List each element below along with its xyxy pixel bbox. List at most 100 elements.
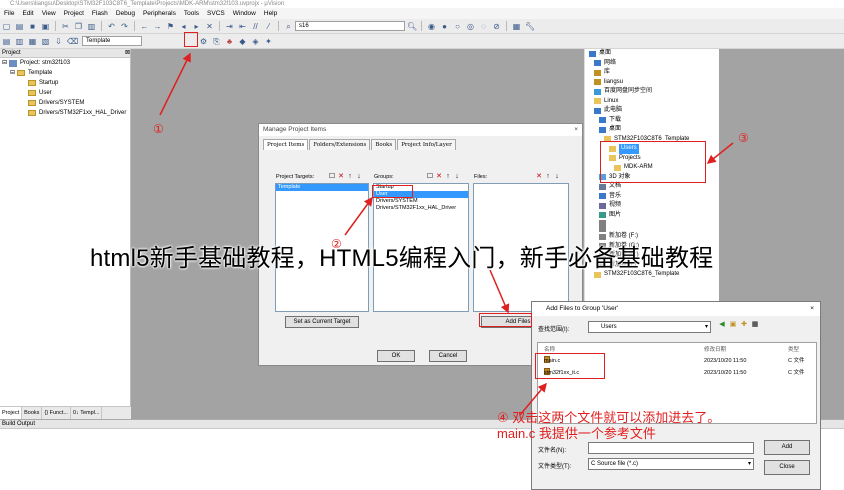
tab-books[interactable]: Books: [22, 407, 43, 419]
close-icon[interactable]: ×: [574, 124, 582, 136]
erase-icon[interactable]: ⌫: [67, 37, 78, 46]
breakpoint-disable-icon[interactable]: ◌: [479, 22, 488, 31]
folder-tree-item[interactable]: 桌面: [585, 125, 719, 135]
manage-project-items-icon[interactable]: ♣: [225, 37, 234, 46]
column-type[interactable]: 类型: [788, 345, 799, 353]
select-packs-icon[interactable]: ◆: [238, 37, 247, 46]
tab-project-items[interactable]: Project Items: [263, 139, 309, 150]
target-select[interactable]: Template: [82, 36, 142, 46]
folder-tree-item[interactable]: 视频: [585, 201, 719, 211]
new-folder-icon[interactable]: ✚: [740, 321, 748, 329]
menu-edit[interactable]: Edit: [18, 8, 37, 19]
project-target[interactable]: ⊟ Template: [0, 68, 130, 78]
view-menu-icon[interactable]: ▦: [751, 321, 759, 329]
indent-icon[interactable]: ⇥: [225, 22, 234, 31]
filename-input[interactable]: [588, 442, 754, 454]
column-date[interactable]: 修改日期: [704, 345, 726, 353]
tab-functions[interactable]: {} Funct...: [42, 407, 71, 419]
stop-icon[interactable]: ○: [453, 22, 462, 31]
folder-tree-item[interactable]: Linux: [585, 97, 719, 107]
collapse-icon[interactable]: ⊟: [10, 68, 15, 78]
close-icon[interactable]: ⊠: [125, 49, 130, 57]
look-in-select[interactable]: Users ▾: [588, 321, 711, 333]
move-up-icon[interactable]: ↑: [346, 173, 354, 181]
undo-icon[interactable]: ↶: [107, 22, 116, 31]
folder-tree-item[interactable]: 文档: [585, 182, 719, 192]
close-button[interactable]: Close: [764, 460, 810, 475]
move-up-icon[interactable]: ↑: [444, 173, 452, 181]
menu-flash[interactable]: Flash: [88, 8, 112, 19]
save-icon[interactable]: ■: [28, 22, 37, 31]
move-down-icon[interactable]: ↓: [453, 173, 461, 181]
back-icon[interactable]: ◀: [718, 321, 726, 329]
menu-view[interactable]: View: [38, 8, 60, 19]
move-down-icon[interactable]: ↓: [355, 173, 363, 181]
column-name[interactable]: 名称: [544, 345, 555, 353]
bookmark-next-icon[interactable]: ▸: [192, 22, 201, 31]
debug-start-icon[interactable]: ◉: [427, 22, 436, 31]
delete-icon[interactable]: ✕: [435, 173, 443, 181]
folder-tree-item[interactable]: 下载: [585, 116, 719, 126]
folder-tree-item[interactable]: 库: [585, 68, 719, 78]
tree-group-hal[interactable]: Drivers/STM32F1xx_HAL_Driver: [0, 108, 130, 118]
tab-folders-extensions[interactable]: Folders/Extensions: [309, 139, 371, 150]
menu-peripherals[interactable]: Peripherals: [139, 8, 180, 19]
bookmark-icon[interactable]: ⚑: [166, 22, 175, 31]
up-folder-icon[interactable]: ▣: [729, 321, 737, 329]
find-icon[interactable]: 🔍︎: [407, 22, 417, 31]
tree-group-startup[interactable]: Startup: [0, 78, 130, 88]
folder-tree-item[interactable]: 音乐: [585, 192, 719, 202]
rebuild-icon[interactable]: ▦: [28, 37, 37, 46]
menu-project[interactable]: Project: [60, 8, 88, 19]
ok-button[interactable]: OK: [377, 350, 415, 362]
comment-icon[interactable]: //: [251, 22, 260, 31]
tab-project-info[interactable]: Project Info/Layer: [397, 139, 456, 150]
set-current-target-button[interactable]: Set as Current Target: [285, 316, 359, 328]
uncomment-icon[interactable]: ⁄: [264, 22, 273, 31]
breakpoint-kill-icon[interactable]: ⊘: [492, 22, 501, 31]
menu-help[interactable]: Help: [260, 8, 281, 19]
folder-tree-item[interactable]: 百度网盘同步空间: [585, 87, 719, 97]
filetype-select[interactable]: C Source file (*.c) ▾: [588, 458, 754, 470]
file-extensions-icon[interactable]: ⎘: [212, 37, 221, 46]
move-up-icon[interactable]: ↑: [544, 173, 552, 181]
new-item-icon[interactable]: ☐: [426, 173, 434, 181]
folder-tree-item[interactable]: liangsu: [585, 78, 719, 88]
new-item-icon[interactable]: ☐: [328, 173, 336, 181]
tab-books[interactable]: Books: [371, 139, 397, 150]
list-item[interactable]: Drivers/SYSTEM: [374, 198, 468, 205]
cancel-button[interactable]: Cancel: [429, 350, 467, 362]
nav-forward-icon[interactable]: →: [153, 22, 162, 31]
download-icon[interactable]: ⇩: [54, 37, 63, 46]
translate-icon[interactable]: ▤: [2, 37, 11, 46]
collapse-icon[interactable]: ⊟: [2, 58, 7, 68]
unindent-icon[interactable]: ⇤: [238, 22, 247, 31]
configure-icon[interactable]: 🔧︎: [525, 22, 535, 31]
copy-icon[interactable]: ❐: [74, 22, 83, 31]
folder-tree-item[interactable]: 桌面: [585, 49, 719, 59]
move-down-icon[interactable]: ↓: [553, 173, 561, 181]
folder-tree-item[interactable]: 网络: [585, 59, 719, 69]
menu-file[interactable]: File: [0, 8, 18, 19]
build-icon[interactable]: ▥: [15, 37, 24, 46]
menu-svcs[interactable]: SVCS: [203, 8, 229, 19]
open-file-icon[interactable]: ▤: [15, 22, 24, 31]
list-item[interactable]: Template: [276, 184, 368, 191]
batch-build-icon[interactable]: ▧: [41, 37, 50, 46]
delete-icon[interactable]: ✕: [535, 173, 543, 181]
cut-icon[interactable]: ✂: [61, 22, 70, 31]
redo-icon[interactable]: ↷: [120, 22, 129, 31]
target-options-icon[interactable]: ⚙: [199, 37, 208, 46]
add-button[interactable]: Add: [764, 440, 810, 455]
window-layout-icon[interactable]: ▦: [512, 22, 521, 31]
run-icon[interactable]: ●: [440, 22, 449, 31]
manage-rte-icon[interactable]: ◈: [251, 37, 260, 46]
menu-debug[interactable]: Debug: [112, 8, 139, 19]
tree-group-user[interactable]: User: [0, 88, 130, 98]
list-item[interactable]: Drivers/STM32F1xx_HAL_Driver: [374, 205, 468, 212]
search-combo[interactable]: s16: [295, 21, 405, 31]
pack-installer-icon[interactable]: ✦: [264, 37, 273, 46]
new-file-icon[interactable]: ▢: [2, 22, 11, 31]
bookmark-clear-icon[interactable]: ✕: [205, 22, 214, 31]
folder-tree-item[interactable]: 此电脑: [585, 106, 719, 116]
